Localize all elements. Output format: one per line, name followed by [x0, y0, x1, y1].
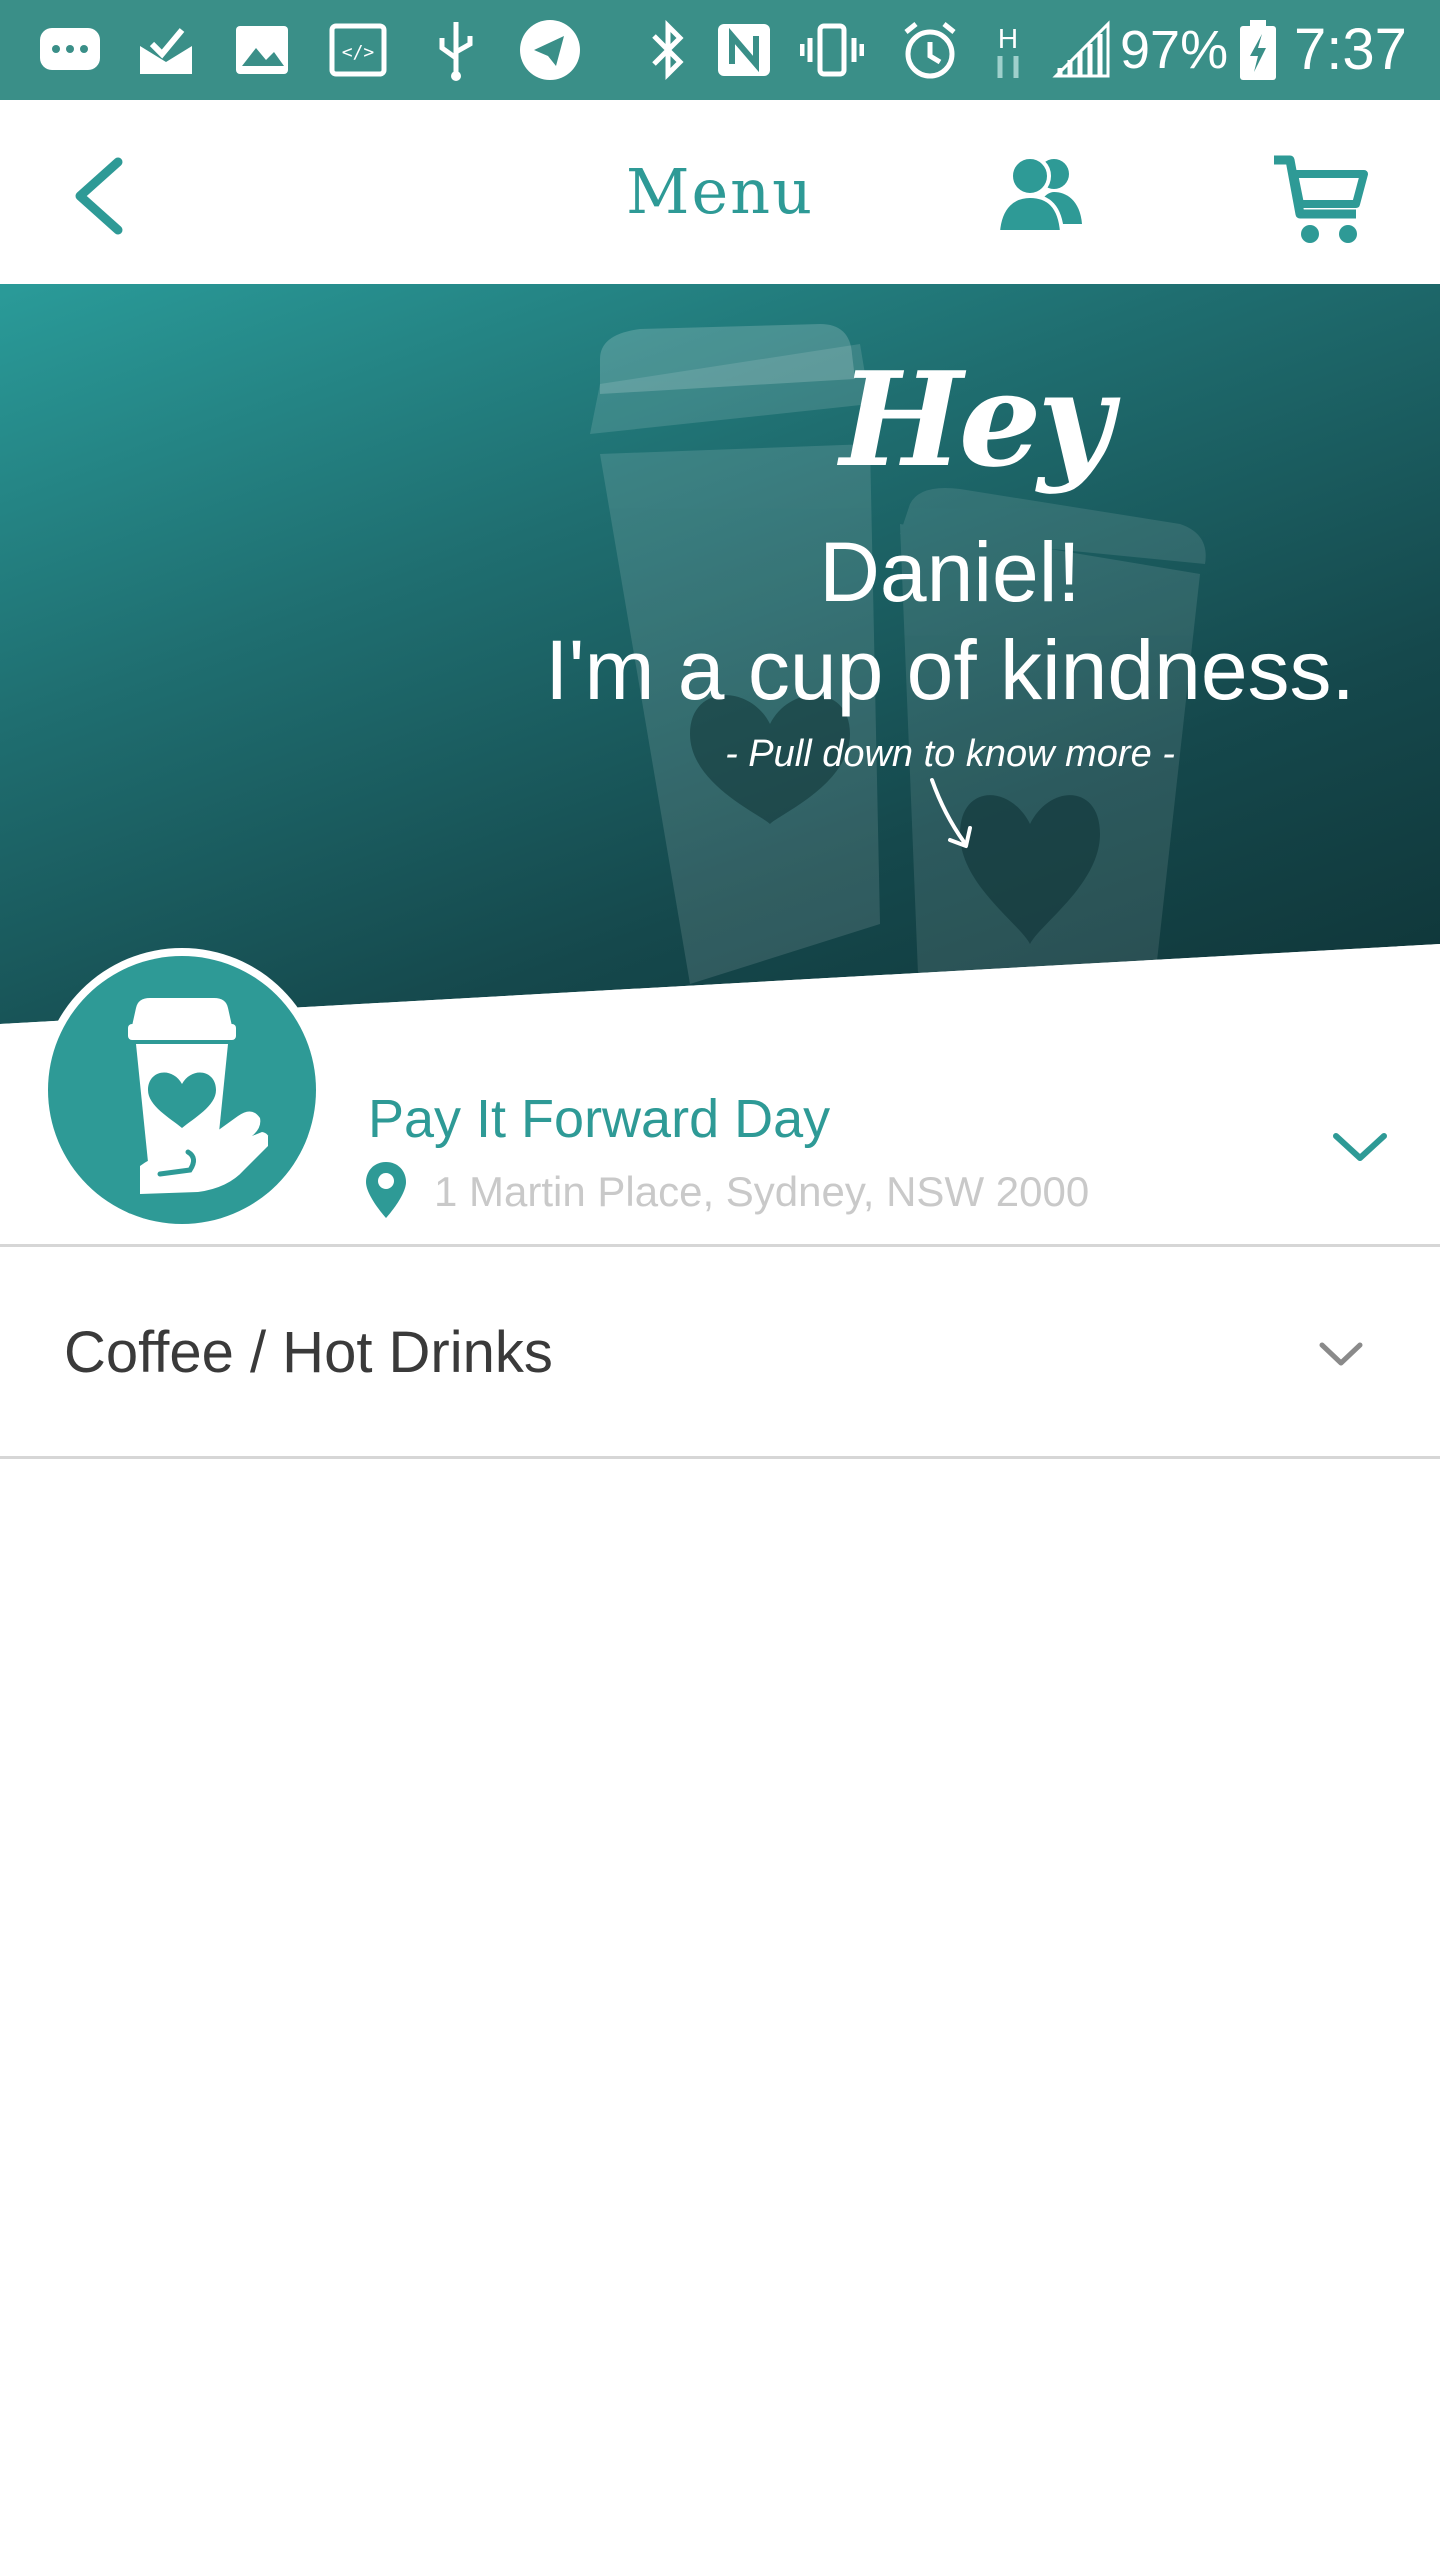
- people-icon: [995, 155, 1082, 234]
- chevron-left-icon: [75, 157, 123, 235]
- hero-slanted-edge: [0, 944, 1440, 1024]
- telegram-icon: [518, 18, 582, 82]
- battery-charging-icon: [1236, 18, 1280, 82]
- network-h-icon: H: [986, 18, 1030, 82]
- nfc-icon: [712, 18, 776, 82]
- coffee-cup-heart-hand-icon: [128, 998, 316, 1206]
- venue-expand-button[interactable]: [1330, 1128, 1390, 1168]
- svg-text:H: H: [998, 23, 1018, 54]
- category-row[interactable]: Coffee / Hot Drinks: [0, 1247, 1440, 1459]
- venue-logo: [40, 948, 324, 1232]
- vibrate-icon: [800, 18, 864, 82]
- people-button[interactable]: [995, 150, 1086, 240]
- image-icon: [230, 18, 294, 82]
- usb-icon: [424, 18, 488, 82]
- cart-button[interactable]: [1270, 150, 1370, 250]
- status-bar: </> H 97% 7:37: [0, 0, 1440, 100]
- more-notification-icon: [38, 18, 102, 82]
- code-icon: </>: [326, 18, 390, 82]
- page-title: Menu: [625, 155, 815, 228]
- chevron-down-icon: [1319, 1342, 1363, 1366]
- cart-icon: [1274, 155, 1368, 243]
- clock-time: 7:37: [1294, 17, 1407, 82]
- chevron-down-icon: [1333, 1133, 1387, 1161]
- category-label: Coffee / Hot Drinks: [64, 1320, 553, 1385]
- alarm-icon: [898, 18, 962, 82]
- back-button[interactable]: [60, 150, 140, 240]
- svg-text:</>: </>: [342, 42, 375, 63]
- battery-percent: 97%: [1120, 20, 1229, 80]
- location-pin-icon: [366, 1162, 406, 1218]
- divider: [0, 1456, 1440, 1459]
- app-header: Menu: [0, 100, 1440, 284]
- mail-check-icon: [134, 18, 198, 82]
- hero-banner: Hey Daniel! I'm a cup of kindness. - Pul…: [0, 284, 1440, 1024]
- bluetooth-icon: [636, 18, 700, 82]
- venue-address: 1 Martin Place, Sydney, NSW 2000: [434, 1168, 1090, 1215]
- venue-name: Pay It Forward Day: [368, 1089, 831, 1149]
- signal-icon: [1050, 18, 1114, 82]
